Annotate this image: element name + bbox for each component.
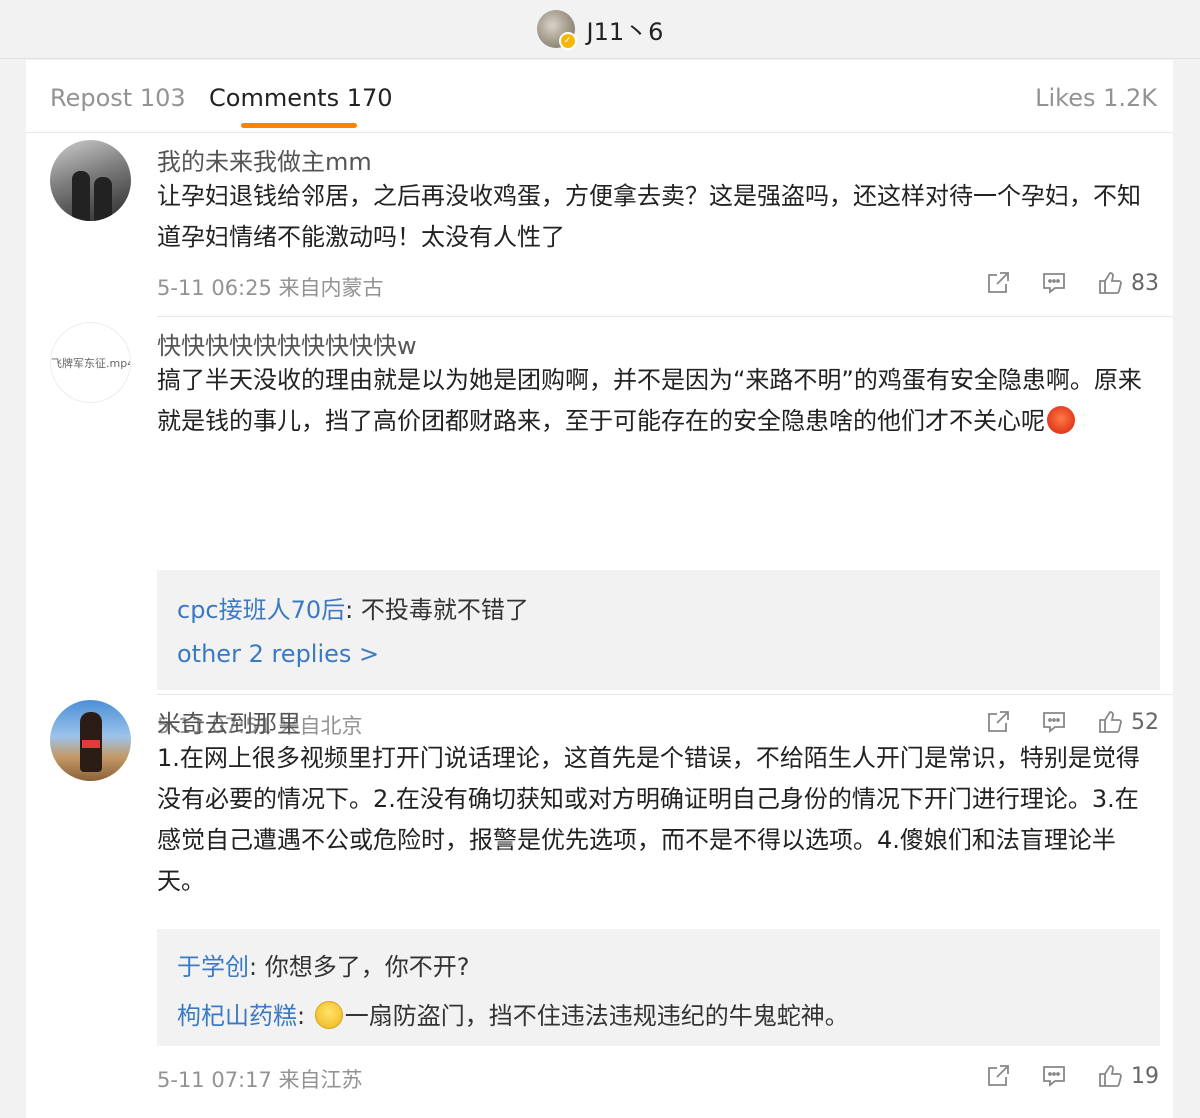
comment-icon[interactable] bbox=[1041, 709, 1067, 735]
comments-panel: Repost 103 Comments 170 Likes 1.2K 我的未来我… bbox=[26, 60, 1173, 1118]
reply-item: 枸杞山药糕: 一扇防盗门，挡不住违法违规违纪的牛鬼蛇神。 bbox=[177, 1001, 849, 1030]
angry-emoji-icon bbox=[1047, 406, 1075, 434]
reply-box: cpc接班人70后: 不投毒就不错了 other 2 replies > bbox=[157, 570, 1160, 690]
share-icon[interactable] bbox=[985, 1063, 1011, 1089]
active-tab-indicator bbox=[241, 123, 357, 128]
like-count: 83 bbox=[1131, 270, 1159, 296]
divider bbox=[157, 694, 1173, 695]
comment-text: 搞了半天没收的理由就是以为她是团购啊，并不是因为“来路不明”的鸡蛋有安全隐患啊。… bbox=[157, 360, 1157, 442]
comment-text: 1.在网上很多视频里打开门说话理论，这首先是个错误，不给陌生人开门是常识，特别是… bbox=[157, 744, 1140, 895]
comment-username[interactable]: 我的未来我做主mm bbox=[157, 142, 372, 177]
author-avatar[interactable]: ✓ bbox=[536, 10, 577, 50]
divider bbox=[157, 316, 1173, 317]
thumbs-up-icon bbox=[1097, 709, 1123, 735]
comment-username[interactable]: 米奇去到那里 bbox=[157, 704, 301, 739]
comment-actions: 52 bbox=[985, 709, 1159, 735]
reply-text: : 你想多了，你不开? bbox=[249, 953, 470, 981]
thumbs-up-icon bbox=[1097, 1063, 1123, 1089]
more-replies-link[interactable]: other 2 replies > bbox=[177, 640, 379, 668]
share-icon[interactable] bbox=[985, 270, 1011, 296]
top-bar: ✓ J11丶6 bbox=[0, 0, 1200, 59]
avatar[interactable]: 飞牌军东征.mp4 bbox=[50, 322, 131, 403]
reply-username[interactable]: cpc接班人70后 bbox=[177, 596, 345, 624]
tab-bar: Repost 103 Comments 170 Likes 1.2K bbox=[26, 60, 1173, 133]
comment-text-body: 搞了半天没收的理由就是以为她是团购啊，并不是因为“来路不明”的鸡蛋有安全隐患啊。… bbox=[157, 366, 1142, 435]
like-button[interactable]: 52 bbox=[1097, 709, 1159, 735]
avatar[interactable] bbox=[50, 700, 131, 781]
comment-icon[interactable] bbox=[1041, 1063, 1067, 1089]
comment-actions: 19 bbox=[985, 1063, 1159, 1089]
avatar-figure bbox=[80, 712, 102, 772]
reply-text: : 不投毒就不错了 bbox=[345, 596, 529, 624]
comment-username[interactable]: 快快快快快快快快快快w bbox=[157, 326, 417, 361]
comment-actions: 83 bbox=[985, 270, 1159, 296]
thinking-emoji-icon bbox=[314, 1001, 343, 1029]
tab-likes[interactable]: Likes 1.2K bbox=[1035, 84, 1157, 112]
author-name[interactable]: J11丶6 bbox=[587, 12, 664, 47]
tab-repost[interactable]: Repost 103 bbox=[50, 84, 186, 112]
reply-box: 于学创: 你想多了，你不开? 枸杞山药糕: 一扇防盗门，挡不住违法违规违纪的牛鬼… bbox=[157, 929, 1160, 1046]
avatar[interactable] bbox=[50, 140, 131, 221]
like-count: 19 bbox=[1131, 1063, 1159, 1089]
like-button[interactable]: 19 bbox=[1097, 1063, 1159, 1089]
reply-item: 于学创: 你想多了，你不开? bbox=[177, 947, 469, 982]
like-button[interactable]: 83 bbox=[1097, 270, 1159, 296]
reply-item: cpc接班人70后: 不投毒就不错了 bbox=[177, 590, 529, 625]
thumbs-up-icon bbox=[1097, 270, 1123, 296]
comment-meta: 5-11 07:17 来自江苏 bbox=[157, 1068, 363, 1092]
reply-text: 一扇防盗门，挡不住违法违规违纪的牛鬼蛇神。 bbox=[344, 1002, 849, 1030]
reply-username[interactable]: 于学创 bbox=[177, 953, 249, 981]
share-icon[interactable] bbox=[985, 709, 1011, 735]
like-count: 52 bbox=[1131, 709, 1159, 735]
comment-meta: 5-11 06:25 来自内蒙古 bbox=[157, 276, 384, 300]
avatar-figure bbox=[94, 177, 112, 221]
tab-comments[interactable]: Comments 170 bbox=[209, 84, 393, 112]
avatar-figure bbox=[72, 171, 90, 221]
comment-icon[interactable] bbox=[1041, 270, 1067, 296]
verified-badge-icon: ✓ bbox=[558, 32, 577, 50]
reply-username[interactable]: 枸杞山药糕 bbox=[177, 1002, 297, 1030]
comment-text: 让孕妇退钱给邻居，之后再没收鸡蛋，方便拿去卖？这是强盗吗，还这样对待一个孕妇，不… bbox=[157, 182, 1141, 251]
